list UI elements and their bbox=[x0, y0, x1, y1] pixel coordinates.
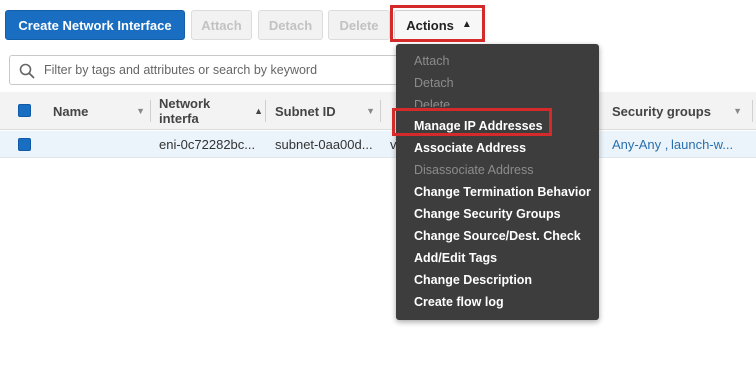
actions-dropdown-menu: Attach Detach Delete Manage IP Addresses… bbox=[396, 44, 599, 320]
row-checkbox[interactable] bbox=[18, 138, 31, 151]
menu-item-associate-address[interactable]: Associate Address bbox=[414, 138, 526, 158]
caret-down-icon: ▼ bbox=[366, 106, 375, 116]
menu-item-create-flow-log[interactable]: Create flow log bbox=[414, 292, 504, 312]
menu-item-add-edit-tags[interactable]: Add/Edit Tags bbox=[414, 248, 497, 268]
table-row[interactable]: eni-0c72282bc... subnet-0aa00d... v Any-… bbox=[0, 131, 756, 158]
attach-button[interactable]: Attach bbox=[191, 10, 252, 40]
menu-item-change-security-groups[interactable]: Change Security Groups bbox=[414, 204, 561, 224]
caret-down-icon: ▼ bbox=[136, 106, 145, 116]
column-header-network-interface[interactable]: Network interfa ▲ bbox=[159, 92, 263, 130]
search-box[interactable] bbox=[9, 55, 409, 85]
menu-item-disassociate-address[interactable]: Disassociate Address bbox=[414, 160, 534, 180]
detach-button[interactable]: Detach bbox=[258, 10, 323, 40]
column-header-label: Security groups bbox=[612, 103, 711, 119]
actions-button[interactable]: Actions ▲ bbox=[394, 10, 484, 40]
menu-item-change-termination-behavior[interactable]: Change Termination Behavior bbox=[414, 182, 591, 202]
subnet-id-cell: subnet-0aa00d... bbox=[275, 136, 373, 152]
create-network-interface-button[interactable]: Create Network Interface bbox=[5, 10, 185, 40]
menu-item-delete[interactable]: Delete bbox=[414, 95, 450, 107]
column-divider bbox=[150, 100, 151, 122]
column-header-label: Name bbox=[53, 103, 89, 119]
column-header-label: Subnet ID bbox=[275, 103, 336, 119]
menu-item-attach[interactable]: Attach bbox=[414, 51, 449, 71]
sort-ascending-icon: ▲ bbox=[254, 106, 263, 116]
column-divider bbox=[265, 100, 266, 122]
menu-item-manage-ip-addresses[interactable]: Manage IP Addresses bbox=[414, 116, 543, 136]
security-group-link[interactable]: launch-w... bbox=[671, 131, 733, 157]
actions-label: Actions bbox=[406, 17, 454, 33]
select-all-checkbox[interactable] bbox=[18, 104, 31, 117]
column-header-security-groups[interactable]: Security groups ▼ bbox=[612, 92, 742, 130]
security-group-link[interactable]: Any-Any , bbox=[612, 131, 668, 157]
column-divider bbox=[380, 100, 381, 122]
chevron-up-icon: ▲ bbox=[461, 18, 472, 30]
column-header-subnet-id[interactable]: Subnet ID ▼ bbox=[275, 92, 375, 130]
column-header-label: Network interfa bbox=[159, 96, 211, 126]
search-input[interactable] bbox=[44, 60, 404, 80]
search-icon bbox=[19, 63, 35, 79]
network-interface-cell: eni-0c72282bc... bbox=[159, 136, 256, 152]
column-header-name[interactable]: Name ▼ bbox=[53, 92, 145, 130]
menu-item-change-source-dest-check[interactable]: Change Source/Dest. Check bbox=[414, 226, 581, 246]
menu-item-detach[interactable]: Detach bbox=[414, 73, 454, 93]
column-divider bbox=[752, 100, 753, 122]
caret-down-icon: ▼ bbox=[733, 106, 742, 116]
delete-button[interactable]: Delete bbox=[328, 10, 390, 40]
table-header: Name ▼ Network interfa ▲ Subnet ID ▼ Sec… bbox=[0, 92, 756, 130]
menu-item-change-description[interactable]: Change Description bbox=[414, 270, 532, 290]
